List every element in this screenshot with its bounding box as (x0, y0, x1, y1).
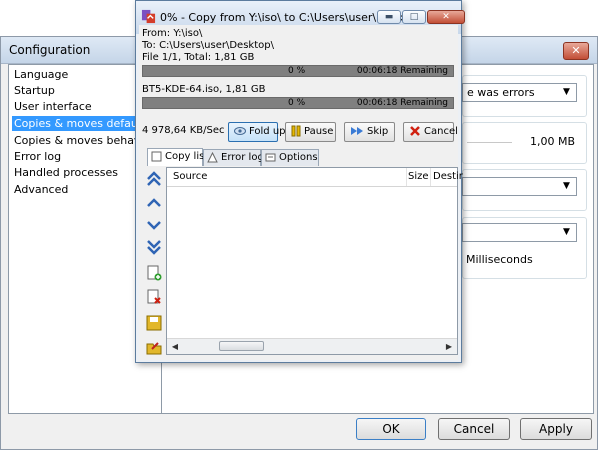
nav-item-language[interactable]: Language (12, 67, 70, 82)
column-separator[interactable] (406, 168, 407, 186)
list-toolbar (142, 167, 166, 357)
configuration-close-button[interactable]: ✕ (563, 42, 589, 60)
cancel-copy-button[interactable]: Cancel (403, 122, 458, 142)
red-x-icon (410, 126, 420, 136)
move-up-icon[interactable] (146, 195, 162, 211)
column-size[interactable]: Size (408, 171, 429, 182)
current-file-info: BT5-KDE-64.iso, 1,81 GB (142, 84, 266, 95)
pause-button[interactable]: Pause (285, 122, 336, 142)
column-destination[interactable]: Destir (433, 171, 463, 182)
from-path: From: Y:\iso\ (142, 28, 203, 39)
tab-error-log-label: Error log (221, 152, 264, 163)
milliseconds-label: Milliseconds (466, 253, 533, 266)
buffer-slider-track[interactable] (467, 142, 512, 143)
copy-list[interactable]: Source Size Destir ◀ ▶ (166, 167, 463, 355)
load-list-icon[interactable] (146, 339, 162, 355)
total-remaining: 00:06:18 Remaining (356, 66, 448, 76)
configuration-title: Configuration (9, 43, 91, 57)
file-progress-bar: 0 % 00:06:18 Remaining (142, 97, 454, 109)
move-down-icon[interactable] (146, 217, 162, 233)
remove-file-icon[interactable] (146, 289, 162, 305)
fold-up-button[interactable]: Fold up (228, 122, 286, 142)
nav-item-startup[interactable]: Startup (12, 83, 57, 98)
chevron-down-icon: ▼ (563, 181, 570, 191)
error-handling-value: e was errors (467, 86, 535, 99)
move-bottom-icon[interactable] (146, 239, 162, 255)
error-handling-select[interactable]: e was errors ▼ (462, 83, 577, 102)
copy-dialog-body: From: Y:\iso\ To: C:\Users\user\Desktop\… (139, 25, 463, 360)
chevron-down-icon: ▼ (563, 227, 570, 237)
total-progress-bar: 0 % 00:06:18 Remaining (142, 65, 454, 77)
pause-label: Pause (304, 126, 334, 137)
timing-select[interactable]: ▼ (462, 223, 577, 242)
eye-icon (234, 127, 246, 135)
skip-label: Skip (367, 126, 389, 137)
copy-dialog: 0% - Copy from Y:\iso\ to C:\Users\user\… (135, 0, 465, 363)
buffer-size-value: 1,00 MB (530, 135, 576, 148)
nav-item-error-log[interactable]: Error log (12, 149, 63, 164)
skip-icon (351, 127, 363, 135)
nav-item-handled-processes[interactable]: Handled processes (12, 165, 120, 180)
warning-icon (207, 151, 218, 162)
to-path: To: C:\Users\user\Desktop\ (142, 40, 274, 51)
skip-button[interactable]: Skip (344, 122, 395, 142)
tab-copy-list[interactable]: Copy list (147, 148, 208, 166)
fold-up-label: Fold up (249, 126, 286, 137)
document-icon (151, 151, 162, 161)
total-progress-percent: 0 % (288, 66, 306, 76)
tab-error-log[interactable]: Error log (203, 149, 264, 166)
add-file-icon[interactable] (146, 265, 162, 281)
apply-button[interactable]: Apply (520, 418, 592, 440)
pause-icon (291, 125, 301, 137)
tab-options[interactable]: Options (261, 149, 319, 166)
nav-item-advanced[interactable]: Advanced (12, 182, 70, 197)
ok-button[interactable]: OK (356, 418, 426, 440)
copy-list-header: Source Size Destir (167, 168, 463, 187)
file-remaining: 00:06:18 Remaining (356, 98, 448, 108)
app-logo-icon (141, 9, 156, 24)
file-progress-percent: 0 % (288, 98, 306, 108)
move-top-icon[interactable] (146, 171, 162, 187)
minimize-button[interactable]: ▬ (377, 10, 401, 24)
total-info: File 1/1, Total: 1,81 GB (142, 52, 255, 63)
cancel-copy-label: Cancel (424, 126, 458, 137)
tab-options-label: Options (279, 152, 318, 163)
cancel-button[interactable]: Cancel (438, 418, 510, 440)
tab-copy-list-label: Copy list (165, 151, 209, 162)
save-icon[interactable] (146, 315, 162, 331)
transfer-speed: 4 978,64 KB/Sec (142, 125, 225, 136)
chevron-down-icon: ▼ (563, 87, 570, 97)
mode-select[interactable]: ▼ (462, 177, 577, 196)
column-source[interactable]: Source (173, 171, 207, 182)
scroll-left-icon[interactable]: ◀ (169, 341, 181, 352)
scrollbar-thumb[interactable] (219, 341, 264, 351)
close-button[interactable]: ✕ (427, 10, 465, 24)
maximize-button[interactable]: □ (402, 10, 426, 24)
column-separator[interactable] (430, 168, 431, 186)
scroll-right-icon[interactable]: ▶ (443, 341, 455, 352)
options-icon (265, 153, 276, 161)
horizontal-scrollbar[interactable]: ◀ ▶ (167, 338, 457, 354)
nav-item-user-interface[interactable]: User interface (12, 99, 94, 114)
nav-item-copies-moves-defaults[interactable]: Copies & moves defaults (12, 116, 153, 131)
